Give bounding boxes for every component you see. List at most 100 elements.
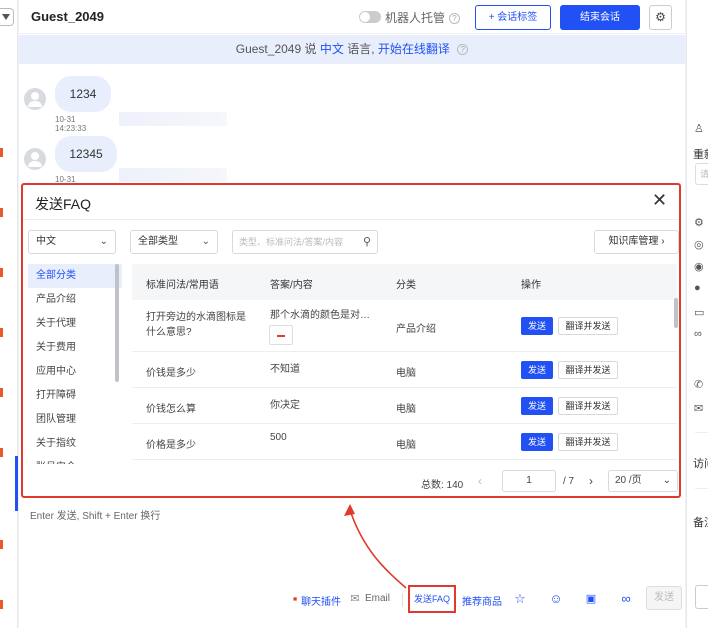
page-count: / 7 (563, 476, 575, 487)
message-time: 10-31 14:23:33 (55, 115, 87, 133)
search-icon[interactable]: ⚲ (363, 231, 371, 253)
banner-language[interactable]: 中文 (320, 42, 344, 56)
banner-mid: 语言, (347, 42, 375, 56)
unread-marker (0, 268, 3, 277)
chat-plugin-button[interactable]: 聊天插件 (301, 593, 341, 608)
scrollbar[interactable] (674, 298, 678, 328)
faq-search-input[interactable]: 类型、标准问法/答案/内容 ⚲ (232, 230, 378, 254)
send-button[interactable]: 发送 (646, 586, 682, 610)
divider (402, 593, 403, 607)
category-cell: 产品介绍 (396, 324, 436, 335)
customer-info-panel: ♙ 重新 请 ⚙ ◎ ◉ ● ▭ ∞ ✆ ✉ 访问 备注 (686, 0, 708, 628)
divider (695, 488, 708, 489)
panel-text: 重新 (693, 149, 708, 161)
category-item[interactable]: 关于指纹 (28, 432, 122, 456)
robot-toggle[interactable] (359, 11, 381, 23)
answer-cell: 你决定 (270, 400, 300, 411)
category-item[interactable]: 应用中心 (28, 360, 122, 384)
table-row: 价钱怎么算 你决定 电脑 发送 翻译并发送 (132, 388, 677, 424)
panel-button[interactable] (695, 585, 708, 609)
translation-banner: Guest_2049 说 中文 语言, 开始在线翻译 ? (19, 35, 685, 64)
unread-marker (0, 148, 3, 157)
message-bubble: 12345 (55, 136, 117, 172)
next-page-icon[interactable]: › (589, 474, 593, 488)
help-icon[interactable]: ? (457, 44, 469, 56)
category-item[interactable]: 关于费用 (28, 336, 122, 360)
send-faq-row-button[interactable]: 发送 (521, 433, 553, 451)
scrollbar[interactable] (115, 264, 119, 382)
user-icon: ♙ (694, 123, 704, 135)
page-size-select[interactable]: 20 /页 ⌄ (608, 470, 678, 492)
answer-cell: 500 (270, 432, 287, 443)
translate-send-button[interactable]: 翻译并发送 (558, 317, 618, 335)
unread-marker (0, 208, 3, 217)
avatar (24, 148, 46, 170)
prev-page-icon[interactable]: ‹ (478, 474, 482, 488)
banner-prefix: Guest_2049 说 (235, 42, 317, 56)
faq-table: 标准问法/常用语 答案/内容 分类 操作 打开旁边的水滴图标是什么意思? 那个水… (132, 264, 677, 460)
pagination: 总数: 140 ‹ 1 / 7 › 20 /页 ⌄ (23, 470, 679, 494)
input-hint[interactable]: Enter 发送, Shift + Enter 换行 (30, 507, 160, 522)
table-header: 标准问法/常用语 答案/内容 分类 操作 (132, 264, 677, 300)
image-icon[interactable]: ▣ (583, 591, 599, 607)
translate-send-button[interactable]: 翻译并发送 (558, 361, 618, 379)
active-conversation-indicator (15, 456, 18, 511)
notes-label: 备注 (693, 517, 708, 529)
page-input[interactable]: 1 (502, 470, 556, 492)
category-item[interactable]: 账号安全 (28, 456, 122, 464)
browser-icon: ● (694, 282, 701, 294)
panel-input[interactable]: 请 (695, 163, 708, 185)
column-header: 标准问法/常用语 (146, 280, 219, 291)
avatar (24, 88, 46, 110)
column-header: 分类 (396, 280, 416, 291)
emoji-icon[interactable]: ☺ (548, 591, 564, 607)
end-session-button[interactable]: 结束会话 (560, 5, 640, 30)
close-icon[interactable]: ✕ (652, 191, 667, 209)
send-faq-dialog: 发送FAQ ✕ 中文 ⌄ 全部类型 ⌄ 类型、标准问法/答案/内容 ⚲ 知识库管理 ›… (21, 183, 681, 498)
knowledge-base-button[interactable]: 知识库管理 › (594, 230, 679, 254)
unread-marker (0, 540, 3, 549)
category-list: 全部分类 产品介绍 关于代理 关于费用 应用中心 打开障碍 团队管理 关于指纹 … (28, 264, 122, 464)
start-translation-link[interactable]: 开始在线翻译 (378, 42, 450, 56)
star-icon[interactable]: ☆ (512, 591, 528, 607)
monitor-icon: ▭ (694, 307, 705, 319)
chevron-down-icon: ⌄ (662, 475, 671, 486)
link-icon[interactable]: ∞ (618, 591, 634, 607)
translate-send-button[interactable]: 翻译并发送 (558, 397, 618, 415)
category-item[interactable]: 打开障碍 (28, 384, 122, 408)
device-icon: ⚙ (694, 217, 704, 229)
category-item[interactable]: 关于代理 (28, 312, 122, 336)
blurred-content (119, 168, 227, 182)
column-header: 操作 (521, 280, 541, 291)
help-icon[interactable]: ? (449, 13, 461, 25)
translate-send-button[interactable]: 翻译并发送 (558, 433, 618, 451)
question-cell: 价格是多少 (146, 440, 196, 451)
mail-icon: ✉ (694, 403, 704, 415)
table-row: 价钱是多少 不知道 电脑 发送 翻译并发送 (132, 352, 677, 388)
send-faq-row-button[interactable]: 发送 (521, 317, 553, 335)
visit-label: 访问 (693, 458, 708, 470)
answer-cell: 不知道 (270, 364, 300, 375)
type-select[interactable]: 全部类型 ⌄ (130, 230, 218, 254)
email-button[interactable]: Email (365, 593, 390, 604)
message-bubble: 1234 (55, 76, 111, 112)
globe-icon: ◎ (694, 239, 704, 251)
gear-icon[interactable]: ⚙ (649, 5, 672, 30)
send-faq-row-button[interactable]: 发送 (521, 397, 553, 415)
recommend-products-button[interactable]: 推荐商品 (462, 593, 502, 608)
conversation-list-strip (0, 0, 18, 628)
send-faq-row-button[interactable]: 发送 (521, 361, 553, 379)
blurred-content (119, 112, 227, 126)
unread-marker (0, 600, 3, 609)
divider (23, 219, 679, 220)
add-tag-button[interactable]: + 会话标签 (475, 5, 551, 30)
filter-icon[interactable] (0, 8, 14, 26)
category-item[interactable]: 全部分类 (28, 264, 122, 288)
language-select[interactable]: 中文 ⌄ (28, 230, 116, 254)
category-item[interactable]: 产品介绍 (28, 288, 122, 312)
table-row: 打开旁边的水滴图标是什么意思? 那个水滴的颜色是对… 产品介绍 发送 翻译并发送 (132, 300, 677, 352)
total-count: 总数: 140 (421, 480, 464, 491)
phone-icon: ✆ (694, 379, 704, 391)
location-icon: ◉ (694, 261, 704, 273)
category-item[interactable]: 团队管理 (28, 408, 122, 432)
